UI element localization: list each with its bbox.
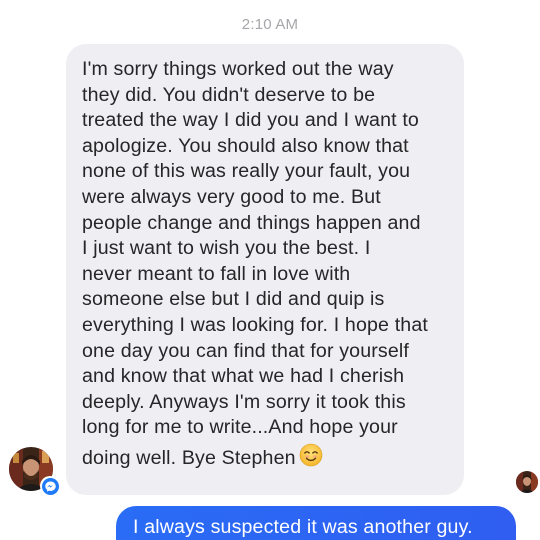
message-line: treated the way I did you and I want to [82, 109, 419, 132]
message-line: deeply. Anyways I'm sorry it took this [82, 390, 406, 413]
message-last-line: doing well. Bye Stephen [82, 443, 454, 475]
message-line: were always very good to me. But [82, 185, 381, 208]
conversation-view: 2:10 AM I'm sorry things worked out the … [0, 0, 540, 540]
message-line: none of this was really your fault, you [82, 160, 411, 183]
smiling-face-emoji-icon [299, 443, 323, 475]
messenger-icon [40, 476, 60, 496]
outgoing-message-text: I always suspected it was another guy. [133, 516, 473, 538]
message-line: and know that what we had I cherish [82, 365, 405, 388]
message-line: I'm sorry things worked out the way [82, 58, 394, 80]
incoming-message-bubble[interactable]: I'm sorry things worked out the way they… [66, 44, 464, 495]
message-line: long for me to write...And hope your [82, 416, 398, 439]
message-line-text: doing well. Bye Stephen [82, 446, 296, 469]
message-line: everything I was looking for. I hope tha… [82, 313, 428, 336]
message-timestamp: 2:10 AM [241, 16, 299, 33]
message-line: apologize. You should also know that [82, 134, 409, 157]
message-line: someone else but I did and quip is [82, 288, 385, 311]
message-line: people change and things happen and [82, 211, 421, 234]
message-line: one day you can find that for yourself [82, 339, 410, 362]
outgoing-message-bubble[interactable]: I always suspected it was another guy. [116, 506, 516, 540]
message-line: never meant to fall in love with [82, 262, 351, 285]
read-receipt-avatar [516, 471, 538, 493]
message-line: I just want to wish you the best. I [82, 237, 371, 260]
message-line: they did. You didn't deserve to be [82, 83, 376, 106]
